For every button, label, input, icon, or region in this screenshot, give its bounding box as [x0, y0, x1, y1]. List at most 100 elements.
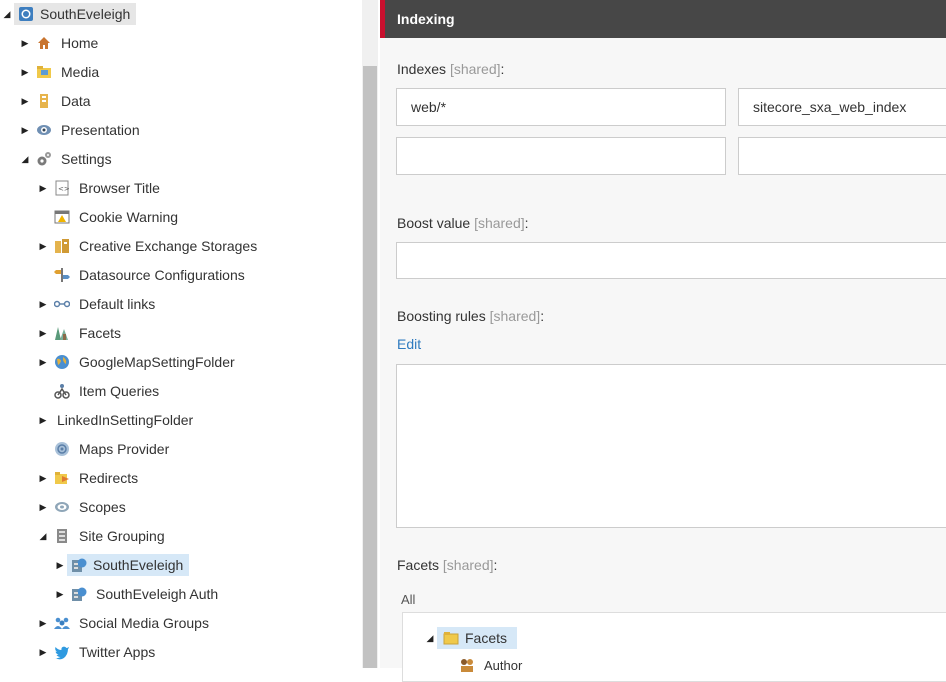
edit-link[interactable]: Edit [397, 336, 421, 352]
tree-node-label: Data [61, 93, 91, 109]
collapsed-arrow-icon[interactable]: ▶ [38, 234, 48, 258]
boosting-rules-label: Boosting rules [shared]: [397, 308, 545, 324]
site-globe-icon [18, 6, 34, 22]
expanded-arrow-icon[interactable]: ◢ [425, 626, 435, 650]
tree-node-redirects[interactable]: ▶ Redirects [38, 466, 141, 490]
tree-node-media[interactable]: ▶ Media [20, 60, 102, 84]
tree-node-label: SouthEveleigh [40, 6, 131, 22]
data-icon [36, 93, 52, 109]
browser-title-icon: <> [54, 180, 70, 196]
scope-icon [54, 499, 70, 515]
index-field-3[interactable] [396, 137, 726, 175]
collapsed-arrow-icon[interactable]: ▶ [38, 640, 48, 664]
collapsed-arrow-icon[interactable]: ▶ [55, 582, 65, 606]
indexes-label: Indexes [shared]: [397, 61, 505, 77]
tree-node-label: Home [61, 35, 99, 51]
tree-node-label: Social Media Groups [79, 615, 209, 631]
home-icon [36, 35, 52, 51]
tree-node-creative-exchange[interactable]: ▶ Creative Exchange Storages [38, 234, 260, 258]
tree-node-site-southeveleigh-auth[interactable]: ▶ SouthEveleigh Auth [55, 582, 221, 606]
tree-node-twitter-apps[interactable]: ▶ Twitter Apps [38, 640, 158, 664]
tree-node-site-grouping[interactable]: ◢ Site Grouping [38, 524, 168, 548]
collapsed-arrow-icon[interactable]: ▶ [20, 89, 30, 113]
collapsed-arrow-icon[interactable]: ▶ [38, 321, 48, 345]
gears-icon [36, 151, 52, 167]
tree-node-label: Item Queries [79, 383, 160, 399]
tree-node-browser-title[interactable]: ▶ <> Browser Title [38, 176, 163, 200]
facets-label: Facets [shared]: [397, 557, 498, 573]
tree-node-item-queries[interactable]: ▶ Item Queries [38, 379, 162, 403]
tree-node-label: Twitter Apps [79, 644, 156, 660]
svg-text:<>: <> [58, 185, 70, 193]
redirect-icon [54, 470, 70, 486]
tree-node-root[interactable]: ◢ SouthEveleigh [2, 2, 137, 26]
collapsed-arrow-icon[interactable]: ▶ [38, 350, 48, 374]
index-field-2[interactable]: sitecore_sxa_web_index [738, 88, 946, 126]
tree-node-label: Maps Provider [79, 441, 170, 457]
tree-scrollbar-thumb[interactable] [363, 66, 377, 668]
tree-node-linkedin[interactable]: ▶ LinkedInSettingFolder [38, 408, 196, 432]
author-icon [459, 657, 475, 673]
content-tree: ◢ SouthEveleigh ▶ Home ▶ Media ▶ Data ▶ … [0, 0, 362, 668]
media-folder-icon [36, 64, 52, 80]
boosting-rules-box[interactable] [396, 364, 946, 528]
storage-icon [54, 238, 70, 254]
facet-tree-root[interactable]: ◢ Facets [425, 626, 518, 650]
tree-node-label: Browser Title [79, 180, 160, 196]
tree-node-label: SouthEveleigh [93, 557, 184, 573]
tree-node-cookie-warning[interactable]: ▶ Cookie Warning [38, 205, 181, 229]
expanded-arrow-icon[interactable]: ◢ [2, 2, 12, 26]
eye-icon [36, 122, 52, 138]
expanded-arrow-icon[interactable]: ◢ [20, 147, 30, 171]
site-grouping-icon [54, 528, 70, 544]
tree-node-label: GoogleMapSettingFolder [79, 354, 235, 370]
tree-node-social-media[interactable]: ▶ Social Media Groups [38, 611, 212, 635]
tree-node-label: SouthEveleigh Auth [96, 586, 219, 602]
index-field-4[interactable] [738, 137, 946, 175]
tree-node-site-southeveleigh[interactable]: ▶ SouthEveleigh [55, 553, 190, 577]
tree-node-maps-provider[interactable]: ▶ Maps Provider [38, 437, 172, 461]
facet-tree-label: Facets [465, 630, 508, 646]
tree-node-label: Scopes [79, 499, 126, 515]
warning-window-icon [54, 209, 70, 225]
tree-node-scopes[interactable]: ▶ Scopes [38, 495, 129, 519]
expanded-arrow-icon[interactable]: ◢ [38, 524, 48, 548]
collapsed-arrow-icon[interactable]: ▶ [38, 466, 48, 490]
tree-node-home[interactable]: ▶ Home [20, 31, 101, 55]
collapsed-arrow-icon[interactable]: ▶ [38, 611, 48, 635]
query-icon [54, 383, 70, 399]
tree-node-label: Settings [61, 151, 112, 167]
collapsed-arrow-icon[interactable]: ▶ [20, 118, 30, 142]
tree-node-settings[interactable]: ◢ Settings [20, 147, 115, 171]
collapsed-arrow-icon[interactable]: ▶ [20, 31, 30, 55]
collapsed-arrow-icon[interactable]: ▶ [38, 176, 48, 200]
tree-node-data[interactable]: ▶ Data [20, 89, 94, 113]
collapsed-arrow-icon[interactable]: ▶ [38, 408, 48, 432]
tree-node-default-links[interactable]: ▶ Default links [38, 292, 158, 316]
collapsed-arrow-icon[interactable]: ▶ [20, 60, 30, 84]
collapsed-arrow-icon[interactable]: ▶ [38, 292, 48, 316]
links-icon [53, 296, 71, 312]
site-icon [71, 557, 87, 573]
facet-tree-label: Author [484, 657, 523, 673]
index-field-1[interactable]: web/* [396, 88, 726, 126]
tree-node-label: Datasource Configurations [79, 267, 245, 283]
collapsed-arrow-icon[interactable]: ▶ [55, 553, 65, 577]
map-provider-icon [54, 441, 70, 457]
collapsed-arrow-icon[interactable]: ▶ [38, 495, 48, 519]
tree-node-label: Facets [79, 325, 122, 341]
tree-node-facets[interactable]: ▶ Facets [38, 321, 124, 345]
boost-value-input[interactable] [396, 242, 946, 279]
facet-tree-child[interactable]: Author [459, 653, 525, 677]
tree-node-label: Cookie Warning [79, 209, 179, 225]
tree-node-label: Site Grouping [79, 528, 165, 544]
tree-node-label: LinkedInSettingFolder [57, 412, 194, 428]
section-header[interactable]: Indexing [380, 0, 946, 38]
tree-node-label: Creative Exchange Storages [79, 238, 258, 254]
facets-filter-all[interactable]: All [401, 592, 415, 607]
tree-node-datasource-config[interactable]: ▶ Datasource Configurations [38, 263, 248, 287]
tree-node-label: Default links [79, 296, 156, 312]
tree-node-presentation[interactable]: ▶ Presentation [20, 118, 143, 142]
tree-node-googlemap[interactable]: ▶ GoogleMapSettingFolder [38, 350, 238, 374]
tree-node-label: Redirects [79, 470, 139, 486]
